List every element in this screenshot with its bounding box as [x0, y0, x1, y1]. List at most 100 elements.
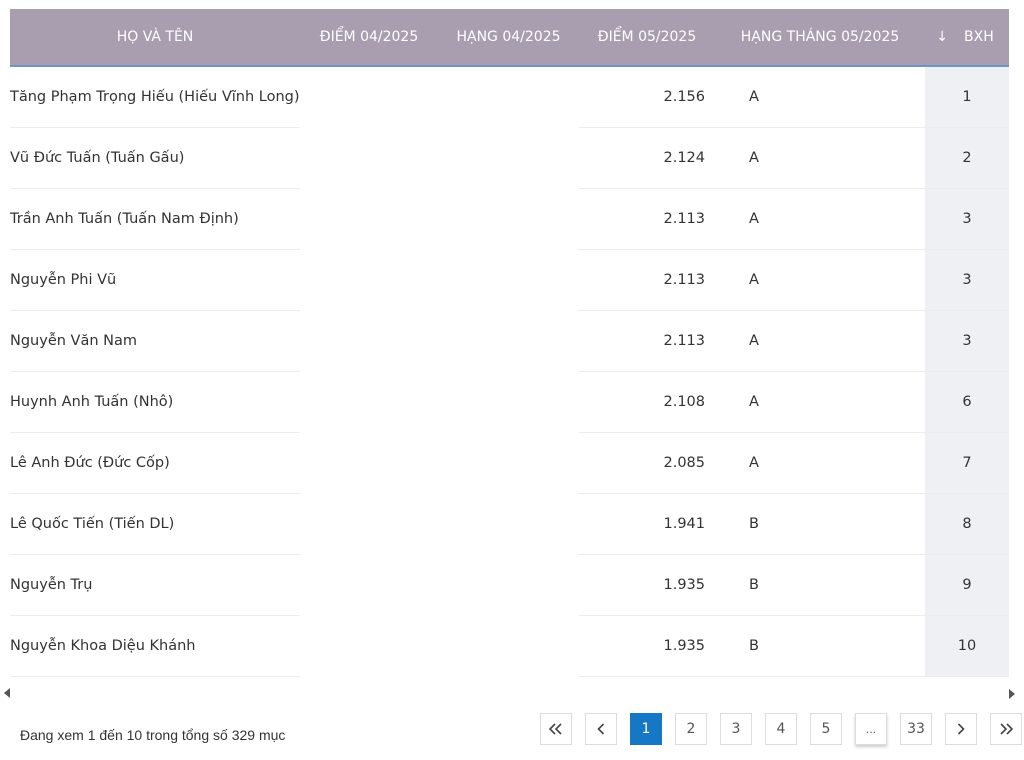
- cell-hang-04: [438, 493, 579, 554]
- page-button-5[interactable]: 5: [810, 713, 842, 745]
- table-row[interactable]: Tăng Phạm Trọng Hiếu (Hiếu Vĩnh Long) 2.1…: [10, 66, 1009, 128]
- arrow-down-icon: ↓: [936, 29, 948, 45]
- cell-bxh: 3: [925, 188, 1009, 250]
- cell-diem-05: 1.935: [579, 554, 715, 616]
- header-name[interactable]: HỌ VÀ TÊN: [10, 9, 300, 67]
- cell-name: Nguyễn Văn Nam: [10, 310, 300, 372]
- page-button-2[interactable]: 2: [675, 713, 707, 745]
- table-row[interactable]: Lê Quốc Tiến (Tiến DL) 1.941 B 8: [10, 493, 1009, 555]
- cell-diem-04: [300, 66, 438, 127]
- cell-hang-05: A: [715, 188, 925, 250]
- cell-name: Nguyễn Trụ: [10, 554, 300, 616]
- cell-hang-04: [438, 188, 579, 249]
- cell-diem-05: 2.113: [579, 310, 715, 372]
- pagination-info: Đang xem 1 đến 10 trong tổng số 329 mục: [20, 727, 286, 743]
- header-bxh[interactable]: ↓ BXH: [925, 9, 1009, 67]
- cell-hang-05: A: [715, 432, 925, 494]
- first-page-button[interactable]: [540, 713, 572, 745]
- cell-hang-04: [438, 371, 579, 432]
- page-button-1[interactable]: 1: [630, 713, 662, 745]
- ranking-table-container: HỌ VÀ TÊN ĐIỂM 04/2025 HẠNG 04/2025 ĐIỂM…: [10, 9, 1009, 677]
- cell-hang-05: A: [715, 66, 925, 128]
- cell-name: Lê Quốc Tiến (Tiến DL): [10, 493, 300, 555]
- table-header-row: HỌ VÀ TÊN ĐIỂM 04/2025 HẠNG 04/2025 ĐIỂM…: [10, 9, 1009, 67]
- cell-diem-05: 2.156: [579, 66, 715, 128]
- next-page-button[interactable]: [945, 713, 977, 745]
- table-row[interactable]: Nguyễn Trụ 1.935 B 9: [10, 554, 1009, 616]
- cell-diem-04: [300, 188, 438, 249]
- header-hang-05[interactable]: HẠNG THÁNG 05/2025: [715, 9, 925, 67]
- header-hang-04[interactable]: HẠNG 04/2025: [438, 9, 579, 67]
- table-row[interactable]: Vũ Đức Tuấn (Tuấn Gấu) 2.124 A 2: [10, 127, 1009, 189]
- cell-hang-04: [438, 249, 579, 310]
- cell-bxh: 9: [925, 554, 1009, 616]
- cell-hang-05: B: [715, 493, 925, 555]
- cell-diem-04: [300, 127, 438, 188]
- chevron-left-icon: [597, 723, 605, 735]
- cell-hang-05: A: [715, 371, 925, 433]
- double-chevron-right-icon: [999, 723, 1013, 735]
- cell-diem-04: [300, 432, 438, 493]
- table-row[interactable]: Trần Anh Tuấn (Tuấn Nam Định) 2.113 A 3: [10, 188, 1009, 250]
- cell-hang-05: B: [715, 615, 925, 677]
- cell-bxh: 3: [925, 249, 1009, 311]
- cell-bxh: 10: [925, 615, 1009, 677]
- page-button-4[interactable]: 4: [765, 713, 797, 745]
- cell-bxh: 2: [925, 127, 1009, 189]
- cell-hang-05: A: [715, 310, 925, 372]
- cell-diem-05: 2.108: [579, 371, 715, 433]
- cell-hang-04: [438, 66, 579, 127]
- cell-diem-05: 2.124: [579, 127, 715, 189]
- last-page-button[interactable]: [990, 713, 1022, 745]
- header-diem-05[interactable]: ĐIỂM 05/2025: [579, 9, 715, 67]
- page-button-3[interactable]: 3: [720, 713, 752, 745]
- cell-diem-04: [300, 554, 438, 615]
- cell-name: Lê Anh Đức (Đức Cốp): [10, 432, 300, 494]
- cell-name: Huynh Anh Tuấn (Nhô): [10, 371, 300, 433]
- pagination: 1 2 3 4 5 ... 33: [540, 713, 1022, 745]
- cell-name: Trần Anh Tuấn (Tuấn Nam Định): [10, 188, 300, 250]
- cell-diem-05: 1.941: [579, 493, 715, 555]
- cell-hang-05: A: [715, 249, 925, 311]
- cell-diem-05: 2.085: [579, 432, 715, 494]
- cell-hang-04: [438, 127, 579, 188]
- cell-bxh: 7: [925, 432, 1009, 494]
- cell-hang-04: [438, 310, 579, 371]
- table-row[interactable]: Lê Anh Đức (Đức Cốp) 2.085 A 7: [10, 432, 1009, 494]
- pagination-ellipsis: ...: [855, 713, 887, 745]
- cell-bxh: 3: [925, 310, 1009, 372]
- cell-bxh: 8: [925, 493, 1009, 555]
- double-chevron-left-icon: [549, 723, 563, 735]
- cell-name: Tăng Phạm Trọng Hiếu (Hiếu Vĩnh Long): [10, 66, 300, 128]
- header-diem-04[interactable]: ĐIỂM 04/2025: [300, 9, 438, 67]
- cell-diem-04: [300, 371, 438, 432]
- table-row[interactable]: Nguyễn Văn Nam 2.113 A 3: [10, 310, 1009, 372]
- cell-diem-05: 2.113: [579, 249, 715, 311]
- cell-bxh: 1: [925, 66, 1009, 128]
- cell-diem-05: 2.113: [579, 188, 715, 250]
- table-row[interactable]: Nguyễn Phi Vũ 2.113 A 3: [10, 249, 1009, 311]
- cell-name: Nguyễn Phi Vũ: [10, 249, 300, 311]
- previous-page-button[interactable]: [585, 713, 617, 745]
- scroll-left-arrow-icon[interactable]: [4, 688, 10, 698]
- cell-bxh: 6: [925, 371, 1009, 433]
- cell-diem-04: [300, 615, 438, 676]
- cell-diem-05: 1.935: [579, 615, 715, 677]
- header-bxh-label: BXH: [964, 29, 994, 45]
- chevron-right-icon: [957, 723, 965, 735]
- table-row[interactable]: Huynh Anh Tuấn (Nhô) 2.108 A 6: [10, 371, 1009, 433]
- page-button-33[interactable]: 33: [900, 713, 932, 745]
- cell-diem-04: [300, 249, 438, 310]
- cell-hang-04: [438, 432, 579, 493]
- cell-name: Vũ Đức Tuấn (Tuấn Gấu): [10, 127, 300, 189]
- scroll-right-arrow-icon[interactable]: [1009, 689, 1015, 699]
- cell-hang-04: [438, 615, 579, 676]
- table-row[interactable]: Nguyễn Khoa Diệu Khánh 1.935 B 10: [10, 615, 1009, 677]
- cell-hang-04: [438, 554, 579, 615]
- cell-diem-04: [300, 310, 438, 371]
- cell-hang-05: A: [715, 127, 925, 189]
- cell-name: Nguyễn Khoa Diệu Khánh: [10, 615, 300, 677]
- ranking-table: HỌ VÀ TÊN ĐIỂM 04/2025 HẠNG 04/2025 ĐIỂM…: [10, 9, 1009, 677]
- cell-hang-05: B: [715, 554, 925, 616]
- cell-diem-04: [300, 493, 438, 554]
